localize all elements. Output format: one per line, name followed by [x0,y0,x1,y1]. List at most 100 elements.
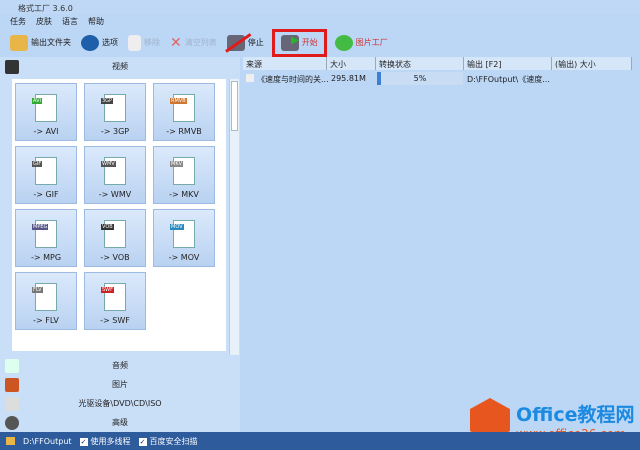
tag: MPEG [32,224,49,230]
label: 移除 [144,38,160,47]
vob-file-icon: VOB [101,220,126,248]
wmv-file-icon: WMV [101,157,126,185]
label: 选项 [102,38,118,47]
tag: AVI [32,98,42,104]
tag: 3GP [101,98,114,104]
mkv-file-icon: MKV [170,157,195,185]
label: 图片 [112,380,128,389]
flv-file-icon: FLV [32,283,57,311]
label: 百度安全扫描 [149,436,198,446]
col-status[interactable]: 转换状态 [376,57,464,70]
format-tile-swf[interactable]: SWF -> SWF [84,272,146,330]
picture-factory-icon [334,34,353,51]
folder-icon [6,437,15,445]
video-icon [5,59,19,74]
format-tile-flv[interactable]: FLV -> FLV [15,272,77,330]
format-tile-mov[interactable]: MOV -> MOV [153,209,215,267]
format-tile-avi[interactable]: AVI -> AVI [15,83,77,141]
mov-file-icon: MOV [170,220,195,248]
cell-source: 《速度与时间的关... [257,75,329,84]
menu-help[interactable]: 帮助 [88,16,104,26]
format-tile-gif[interactable]: GIF -> GIF [15,146,77,204]
avi-file-icon: AVI [32,94,57,122]
category-rom[interactable]: 光驱设备\DVD\CD\ISO [0,394,240,413]
status-bar: D:\FFOutput ✓ 使用多线程 ✓ 百度安全扫描 [0,432,640,450]
task-list: 来源 大小 转换状态 输出 [F2] (输出) 大小 《速度与时间的关... 2… [243,57,640,432]
disc-drive-icon [5,396,19,411]
format-tile-mkv[interactable]: MKV -> MKV [153,146,215,204]
tile-label: -> RMVB [166,127,202,136]
rmvb-file-icon: RMVB [170,94,195,122]
3gp-file-icon: 3GP [101,94,126,122]
format-tile-3gp[interactable]: 3GP -> 3GP [84,83,146,141]
video-format-grid: AVI -> AVI 3GP -> 3GP RMVB -> RMVB GIF -> GIF WM… [12,79,226,351]
col-output[interactable]: 输出 [F2] [464,57,552,70]
tag: MOV [170,224,184,230]
picture-factory-button[interactable]: 图片工厂 [333,32,390,54]
tile-label: -> VOB [100,253,130,262]
menu-bar: 任务 皮肤 语言 帮助 [0,14,640,28]
label: 停止 [247,38,264,47]
tag: MKV [170,161,184,167]
watermark-name: Office教程网 [516,403,635,426]
clear-list-button[interactable]: ✕ 清空列表 [168,32,219,54]
tile-label: -> 3GP [100,127,130,136]
col-source[interactable]: 来源 [243,57,327,70]
label: 开始 [301,38,318,47]
tile-label: -> MKV [169,190,199,199]
category-video[interactable]: 视频 [0,57,240,76]
scrollbar[interactable] [229,79,239,355]
format-tile-wmv[interactable]: WMV -> WMV [84,146,146,204]
label: 清空列表 [184,38,217,47]
label: 输出文件夹 [31,38,71,47]
tag: GIF [32,161,43,167]
tag: FLV [32,287,43,293]
label: 图片工厂 [355,38,388,47]
output-path[interactable]: D:\FFOutput [23,437,72,446]
gif-file-icon: GIF [32,157,57,185]
menu-task[interactable]: 任务 [10,16,26,26]
multithread-checkbox[interactable]: ✓ 使用多线程 [79,436,131,447]
format-tile-vob[interactable]: VOB -> VOB [84,209,146,267]
col-output-size[interactable]: (输出) 大小 [552,57,632,70]
picture-icon [5,377,19,392]
category-panel: 视频 AVI -> AVI 3GP -> 3GP RMVB -> RMVB GIF -> GI… [0,57,240,432]
format-tile-rmvb[interactable]: RMVB -> RMVB [153,83,215,141]
col-size[interactable]: 大小 [327,57,376,70]
tile-label: -> SWF [100,316,130,325]
window-title: 格式工厂 3.6.0 [18,4,73,13]
label: 使用多线程 [90,436,131,446]
category-advanced[interactable]: 高级 [0,413,240,432]
toolbar: 输出文件夹 选项 移除 ✕ 清空列表 停止 ▶ 开始 图片工厂 [0,28,640,57]
menu-language[interactable]: 语言 [62,16,78,26]
tag: VOB [101,224,114,230]
label: 高级 [112,418,128,427]
progress-bar: 5% [377,72,463,85]
tile-label: -> MOV [168,253,200,262]
label: 音频 [112,361,128,370]
remove-button[interactable]: 移除 [126,32,162,54]
play-icon: ▶ [280,34,299,51]
advanced-icon [5,415,19,430]
category-audio[interactable]: 音频 [0,356,240,375]
cell-output: D:\FFOutput\《速度... [467,75,550,84]
music-icon [5,358,19,373]
scroll-thumb[interactable] [231,81,238,131]
category-picture[interactable]: 图片 [0,375,240,394]
menu-skin[interactable]: 皮肤 [36,16,52,26]
tag: WMV [101,161,116,167]
options-button[interactable]: 选项 [79,32,120,54]
label: 视频 [112,62,128,71]
cell-size: 295.81M [331,74,366,83]
output-folder-button[interactable]: 输出文件夹 [8,32,73,54]
swf-file-icon: SWF [101,283,126,311]
tile-label: -> FLV [33,316,59,325]
x-icon: ✕ [170,34,182,51]
tile-label: -> AVI [33,127,59,136]
tile-label: -> WMV [98,190,132,199]
tag: RMVB [170,98,187,104]
progress-fill [377,72,382,85]
start-button[interactable]: ▶ 开始 [271,28,327,57]
format-tile-mpeg[interactable]: MPEG -> MPG [15,209,77,267]
scan-checkbox[interactable]: ✓ 百度安全扫描 [138,436,198,447]
